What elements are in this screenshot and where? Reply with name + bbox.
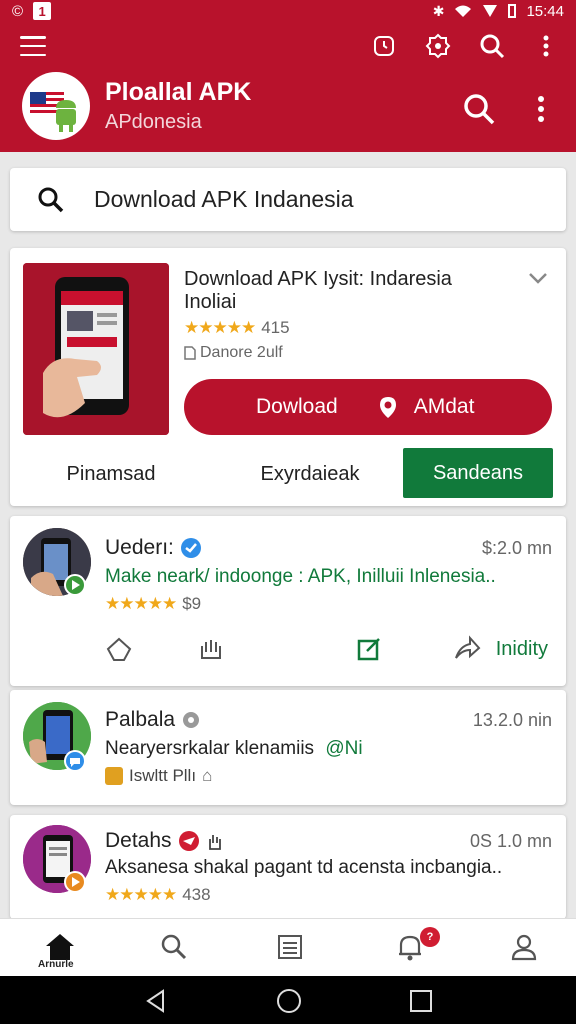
author-name: Detahs <box>105 829 172 852</box>
share-icon[interactable] <box>450 632 484 666</box>
post-rating: ★★★★★ $9 <box>105 594 201 614</box>
tab-pinamsad[interactable]: Pinamsad <box>46 448 176 500</box>
play-badge-icon <box>64 574 86 596</box>
post-time: 0S 1.0 mn <box>469 831 552 851</box>
rating-count: 415 <box>261 318 290 337</box>
rating-text: $9 <box>182 594 202 613</box>
star-rating: ★★★★★ <box>105 594 177 613</box>
bottom-navigation: Arnurle ? <box>0 918 576 976</box>
verified-icon <box>180 538 201 558</box>
author-name: Uederı: <box>105 536 174 559</box>
rating-text: 438 <box>182 885 211 904</box>
featured-title[interactable]: Download APK Iysit: Indaresia Inoliai <box>184 268 504 314</box>
timer-icon[interactable] <box>370 32 398 60</box>
description-text: Nearyersrkalar klenamiis <box>105 738 315 759</box>
tab-exyrdaieak[interactable]: Exyrdaieak <box>230 448 390 500</box>
edit-icon[interactable] <box>352 632 386 666</box>
featured-rating: ★★★★★ 415 <box>184 318 290 338</box>
app-logo <box>22 72 90 140</box>
play-badge-icon <box>64 871 86 893</box>
status-time: 15:44 <box>526 2 564 20</box>
chevron-down-icon[interactable] <box>526 268 550 288</box>
plane-badge-icon <box>178 831 199 851</box>
notification-icon: 1 <box>33 2 52 20</box>
download-button[interactable]: Dowload AMdat <box>184 379 552 435</box>
profile-icon[interactable] <box>504 927 544 967</box>
secondary-label: AMdat <box>413 395 475 418</box>
post-meta: Iswltt Pllı ⌂ <box>105 766 212 786</box>
post-author[interactable]: Uederı: <box>105 536 202 560</box>
post-card[interactable]: Detahs 0S 1.0 mn Aksanesa shakal pagant … <box>10 815 566 919</box>
search-icon <box>38 187 64 212</box>
star-rating: ★★★★★ <box>184 318 256 337</box>
menu-icon[interactable] <box>20 36 46 56</box>
post-time: $:2.0 mn <box>481 538 552 558</box>
featured-app-card: Download APK Iysit: Indaresia Inoliai ★★… <box>10 248 566 506</box>
post-card[interactable]: Uederı: $:2.0 mn Make neark/ indoonge : … <box>10 516 566 686</box>
app-bar: Ploallal APK APdonesia <box>0 22 576 152</box>
search-bar <box>10 168 566 231</box>
chat-badge-icon <box>64 750 86 772</box>
post-description[interactable]: Aksanesa shakal pagant td acensta incban… <box>105 857 502 879</box>
signal-icon <box>483 5 498 17</box>
more-vert-icon[interactable] <box>532 32 560 60</box>
location-pin-icon <box>379 397 396 418</box>
tab-sandeans[interactable]: Sandeans <box>403 448 553 498</box>
trophy-icon <box>105 767 123 785</box>
badge-icon[interactable] <box>424 32 452 60</box>
app-title: Ploallal APK <box>105 78 252 106</box>
recents-icon[interactable] <box>408 988 434 1014</box>
home-label: Arnurle <box>38 959 74 970</box>
post-card[interactable]: Palbala 13.2.0 nin Nearyersrkalar klenam… <box>10 690 566 805</box>
featured-size: Danore 2ulf <box>184 344 283 362</box>
meta-text: Iswltt Pllı <box>129 766 197 785</box>
search-icon[interactable] <box>154 927 194 967</box>
home-outline-icon[interactable] <box>102 632 136 666</box>
post-description[interactable]: Make neark/ indoonge : APK, Inilluii Inl… <box>105 566 496 588</box>
more-vert-icon[interactable] <box>536 94 546 124</box>
post-time: 13.2.0 nin <box>472 710 552 730</box>
post-description[interactable]: Nearyersrkalar klenamiis @Ni <box>105 738 363 760</box>
mention-badge: @Ni <box>325 738 363 759</box>
notification-badge: ? <box>420 927 440 947</box>
featured-tabs: Pinamsad Exyrdaieak Sandeans <box>10 448 566 500</box>
home-button-icon[interactable] <box>276 988 302 1014</box>
star-rating: ★★★★★ <box>105 885 177 904</box>
back-icon[interactable] <box>143 988 169 1014</box>
wifi-icon <box>455 5 472 17</box>
list-icon[interactable] <box>270 927 310 967</box>
post-author[interactable]: Detahs <box>105 829 224 853</box>
bluetooth-icon: ✱ <box>432 2 445 19</box>
battery-icon <box>508 4 517 18</box>
post-author[interactable]: Palbala <box>105 708 201 732</box>
hand-icon[interactable] <box>194 632 228 666</box>
search-icon[interactable] <box>478 32 506 60</box>
app-subtitle: APdonesia <box>105 111 202 133</box>
bell-icon: ⌂ <box>202 766 213 785</box>
search-icon[interactable] <box>462 92 496 126</box>
post-actions: Inidity <box>10 624 566 674</box>
status-bar: © 1 ✱ 15:44 <box>0 0 576 22</box>
download-label: Dowload <box>256 395 338 418</box>
search-input[interactable] <box>94 186 534 213</box>
post-rating: ★★★★★ 438 <box>105 885 211 905</box>
gear-icon <box>183 712 200 728</box>
circle-c-icon: © <box>12 2 24 20</box>
inidity-link[interactable]: Inidity <box>496 638 548 661</box>
size-label: Danore 2ulf <box>200 344 283 361</box>
app-thumbnail <box>23 263 169 435</box>
author-name: Palbala <box>105 708 176 731</box>
hand-icon <box>208 835 221 850</box>
file-icon <box>184 346 196 360</box>
system-navigation-bar <box>0 976 576 1024</box>
